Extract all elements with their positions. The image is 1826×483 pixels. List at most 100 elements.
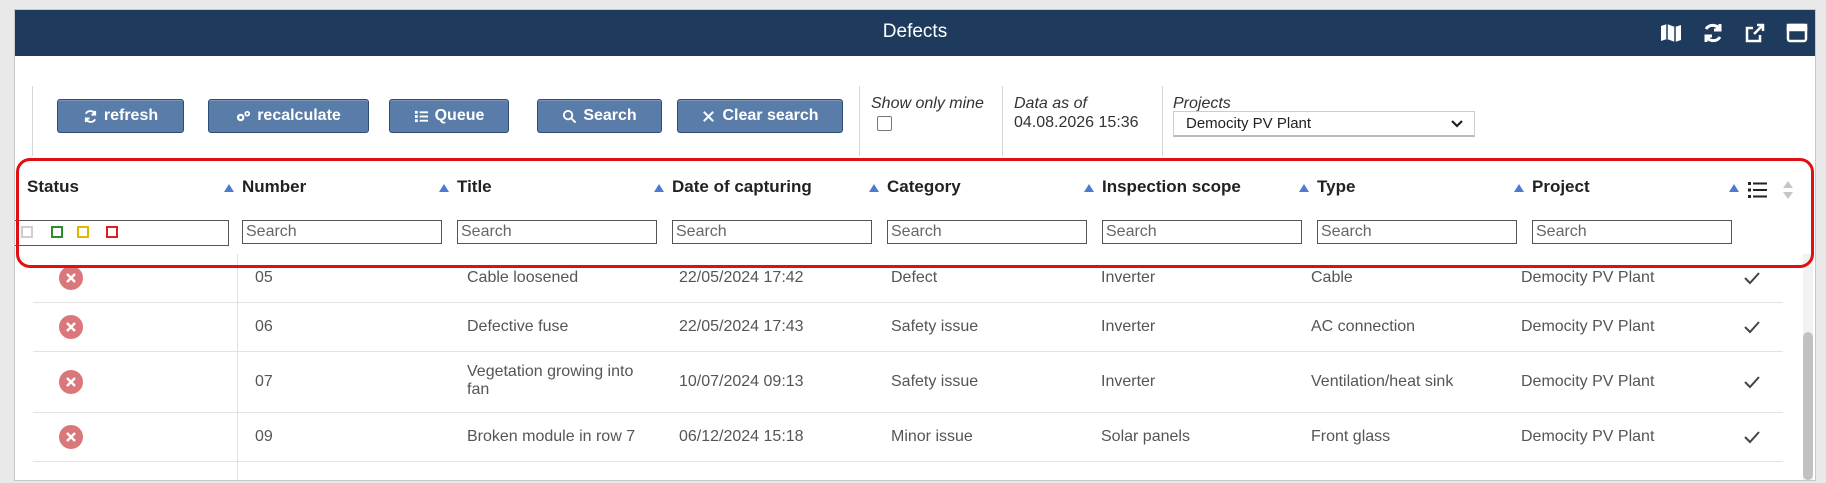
cell-inspection-scope: Inverter [1101, 318, 1156, 335]
cell-number: 09 [255, 428, 273, 445]
data-as-of-label: Data as of [1014, 95, 1087, 112]
refresh-label: refresh [103, 107, 159, 124]
column-header-project[interactable]: Project [1532, 177, 1739, 207]
sort-ascending-icon[interactable] [869, 184, 879, 192]
search-input-number[interactable] [242, 220, 442, 244]
status-filter[interactable] [15, 220, 229, 246]
table-row[interactable]: 09 Broken module in row 7 06/12/2024 15:… [33, 413, 1783, 462]
sort-ascending-icon[interactable] [654, 184, 664, 192]
show-only-mine-label: Show only mine [871, 95, 984, 112]
status-filter-grey[interactable] [21, 226, 33, 238]
cell-number: 07 [255, 373, 273, 390]
status-rejected-icon [59, 315, 83, 339]
sort-ascending-icon[interactable] [439, 184, 449, 192]
column-chooser-icon[interactable] [1748, 181, 1768, 199]
cell-type: AC connection [1311, 318, 1416, 335]
check-icon[interactable] [1743, 373, 1761, 391]
sort-ascending-icon[interactable] [1514, 184, 1524, 192]
cell-inspection-scope: Inverter [1101, 269, 1156, 286]
cell-category: Defect [891, 269, 938, 286]
search-input-type[interactable] [1317, 220, 1517, 244]
scroll-arrows-icon[interactable] [1782, 180, 1794, 200]
sort-ascending-icon[interactable] [1299, 184, 1309, 192]
status-rejected-icon [59, 425, 83, 449]
check-icon[interactable] [1743, 269, 1761, 287]
cell-inspection-scope: Solar panels [1101, 428, 1190, 445]
search-input-inspection-scope[interactable] [1102, 220, 1302, 244]
refresh-button[interactable]: refresh [57, 99, 184, 133]
sort-ascending-icon[interactable] [1084, 184, 1094, 192]
cell-date: 06/12/2024 15:18 [679, 428, 804, 445]
toolbar-divider [32, 86, 33, 156]
cell-title: Vegetation growing into fan [467, 363, 634, 398]
search-button[interactable]: Search [537, 99, 662, 133]
search-input-date[interactable] [672, 220, 872, 244]
cell-number: 05 [255, 269, 273, 286]
queue-button[interactable]: Queue [389, 99, 509, 133]
sort-ascending-icon[interactable] [1729, 184, 1739, 192]
search-label: Search [583, 107, 637, 124]
column-header-inspection-scope[interactable]: Inspection scope [1102, 177, 1309, 207]
cell-project: Democity PV Plant [1521, 373, 1655, 390]
cell-date: 22/05/2024 17:43 [679, 318, 804, 335]
status-filter-yellow[interactable] [77, 226, 89, 238]
map-icon[interactable] [1657, 19, 1685, 47]
recalculate-label: recalculate [257, 107, 341, 124]
maximize-icon[interactable] [1783, 19, 1811, 47]
cell-category: Safety issue [891, 318, 979, 335]
cell-date: 10/07/2024 09:13 [679, 373, 804, 390]
cell-number: 06 [255, 318, 273, 335]
check-icon[interactable] [1743, 428, 1761, 446]
projects-select[interactable]: Democity PV Plant [1173, 111, 1475, 137]
status-rejected-icon [59, 266, 83, 290]
table-row[interactable]: 07 Vegetation growing into fan 10/07/202… [33, 352, 1783, 413]
refresh-icon [84, 109, 96, 123]
toolbar-divider [1002, 86, 1003, 156]
column-header-category[interactable]: Category [887, 177, 1094, 207]
defects-window: Defects refresh recalculate Queue Search… [14, 9, 1816, 481]
column-header-number[interactable]: Number [242, 177, 449, 207]
clear-search-label: Clear search [722, 107, 819, 124]
table-row[interactable]: 06 Defective fuse 22/05/2024 17:43 Safet… [33, 303, 1783, 352]
clear-search-button[interactable]: Clear search [677, 99, 843, 133]
refresh-icon[interactable] [1699, 19, 1727, 47]
gears-icon [237, 110, 251, 121]
cell-project: Democity PV Plant [1521, 318, 1655, 335]
column-header-date[interactable]: Date of capturing [672, 177, 879, 207]
title-bar: Defects [15, 10, 1815, 56]
projects-selected-value: Democity PV Plant [1186, 115, 1312, 132]
cell-title: Defective fuse [467, 318, 569, 335]
status-rejected-icon [59, 370, 83, 394]
check-icon[interactable] [1743, 318, 1761, 336]
data-as-of-value: 04.08.2026 15:36 [1014, 114, 1139, 131]
status-filter-red[interactable] [106, 226, 118, 238]
window-title: Defects [882, 21, 948, 42]
grid-header: Status Number Title Date of capturing Ca… [15, 177, 1815, 252]
search-input-title[interactable] [457, 220, 657, 244]
export-icon[interactable] [1741, 19, 1769, 47]
close-icon [703, 110, 715, 122]
toolbar-divider [859, 86, 860, 156]
cell-title: Broken module in row 7 [467, 428, 636, 445]
recalculate-button[interactable]: recalculate [208, 99, 369, 133]
toolbar-divider [1162, 86, 1163, 156]
show-only-mine-checkbox[interactable] [877, 116, 892, 131]
search-icon [563, 109, 577, 123]
cell-project: Democity PV Plant [1521, 428, 1655, 445]
status-filter-green[interactable] [51, 226, 63, 238]
cell-project: Democity PV Plant [1521, 269, 1655, 286]
column-header-type[interactable]: Type [1317, 177, 1524, 207]
cell-type: Front glass [1311, 428, 1391, 445]
sort-ascending-icon[interactable] [224, 184, 234, 192]
cell-type: Cable [1311, 269, 1353, 286]
cell-type: Ventilation/heat sink [1311, 373, 1454, 390]
table-row[interactable]: 05 Cable loosened 22/05/2024 17:42 Defec… [33, 254, 1783, 303]
column-header-status[interactable]: Status [27, 177, 234, 207]
toolbar: refresh recalculate Queue Search Clear s… [32, 72, 1814, 164]
column-header-title[interactable]: Title [457, 177, 664, 207]
search-input-category[interactable] [887, 220, 1087, 244]
cell-title: Cable loosened [467, 269, 579, 286]
search-input-project[interactable] [1532, 220, 1732, 244]
queue-label: Queue [434, 107, 485, 124]
scrollbar-thumb[interactable] [1803, 332, 1813, 480]
